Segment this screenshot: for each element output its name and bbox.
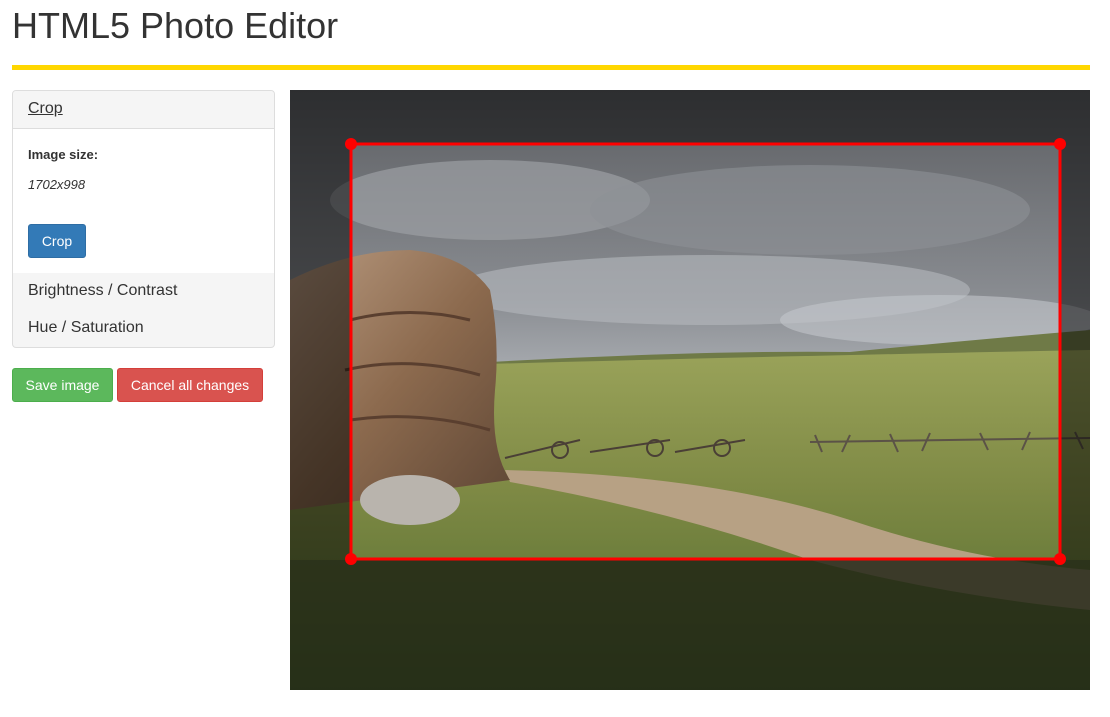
crop-panel-body: Image size: 1702x998 Crop xyxy=(13,129,274,273)
crop-handle-bottom-right[interactable] xyxy=(1054,553,1066,565)
crop-handle-bottom-left[interactable] xyxy=(345,553,357,565)
page-title: HTML5 Photo Editor xyxy=(12,5,339,46)
save-image-button[interactable]: Save image xyxy=(12,368,113,402)
crop-dim-overlay xyxy=(290,90,1090,690)
crop-handle-top-right[interactable] xyxy=(1054,138,1066,150)
tool-hue-saturation[interactable]: Hue / Saturation xyxy=(28,319,144,337)
image-size-label: Image size: xyxy=(28,147,99,162)
image-canvas[interactable] xyxy=(290,90,1090,690)
crop-button[interactable]: Crop xyxy=(28,224,86,258)
title-divider xyxy=(12,65,1090,70)
cancel-all-changes-button[interactable]: Cancel all changes xyxy=(117,368,263,402)
tool-brightness-contrast[interactable]: Brightness / Contrast xyxy=(28,282,177,300)
crop-panel-heading: Crop xyxy=(13,91,274,129)
photo-svg xyxy=(290,90,1090,690)
tools-panel: Crop Image size: 1702x998 Crop Brightnes… xyxy=(12,90,275,348)
crop-tab-link[interactable]: Crop xyxy=(28,100,63,118)
image-size-value: 1702x998 xyxy=(28,177,86,192)
crop-handle-top-left[interactable] xyxy=(345,138,357,150)
